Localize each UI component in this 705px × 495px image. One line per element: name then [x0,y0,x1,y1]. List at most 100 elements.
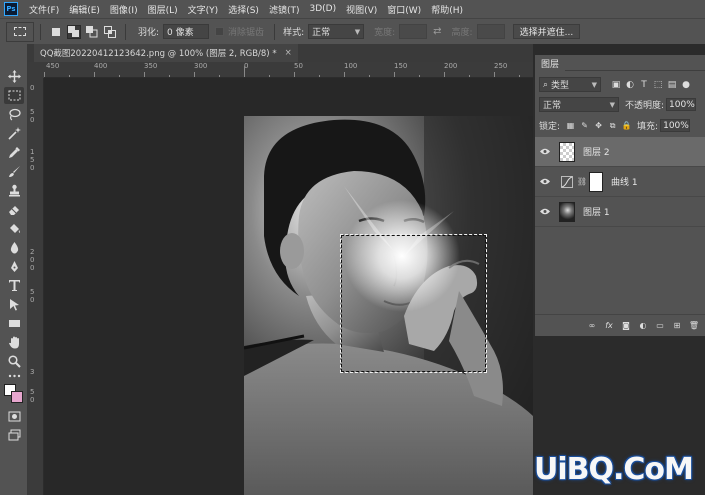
lasso-tool[interactable] [4,106,24,123]
pen-icon [10,261,18,272]
layer-name[interactable]: 曲线 1 [611,175,638,188]
shape-filter-icon[interactable]: ⬚ [653,80,663,90]
rectangle-shape-tool[interactable] [4,315,24,332]
gradient-tool[interactable] [4,220,24,237]
menu-edit[interactable]: 编辑(E) [64,3,105,16]
eyedropper-tool[interactable] [4,144,24,161]
more-tools[interactable] [4,371,24,381]
menu-3d[interactable]: 3D(D) [304,4,341,14]
tools-panel [0,44,28,495]
feather-input[interactable]: 0 像素 [163,24,210,39]
subtract-selection-button[interactable] [85,25,99,39]
layer-row-layer-2[interactable]: 图层 2 [535,137,705,167]
kind-filter-select[interactable]: ⌕ 类型 ▼ [539,77,601,92]
layer-thumbnail [559,201,575,222]
width-label: 宽度: [374,28,396,38]
tool-preset-picker[interactable] [6,21,34,42]
smart-object-filter-icon[interactable]: ▤ [667,80,677,90]
layer-mask-thumbnail[interactable] [589,171,603,192]
drop-icon [10,242,18,254]
zoom-tool[interactable] [4,353,24,370]
menu-window[interactable]: 窗口(W) [382,3,426,16]
select-and-mask-button[interactable]: 选择并遮住... [512,24,581,39]
chevron-down-icon: ▼ [354,27,361,36]
new-group-icon[interactable]: ▭ [655,321,665,331]
close-icon[interactable]: × [285,48,292,58]
add-mask-icon[interactable]: ◙ [621,321,631,331]
menu-file[interactable]: 文件(F) [24,3,64,16]
lock-artboard-icon[interactable]: ⧉ [608,121,617,130]
lock-transparent-icon[interactable]: ▦ [566,121,575,130]
vertical-ruler[interactable]: 0 5 0 1 5 0 2 0 0 5 0 3 5 0 [28,78,44,495]
menu-layer[interactable]: 图层(L) [143,3,183,16]
marquee-selection[interactable] [340,234,487,373]
layer-row-curves-1[interactable]: ⛓ 曲线 1 [535,167,705,197]
magnifier-icon [7,355,21,368]
clone-stamp-tool[interactable] [4,182,24,199]
new-selection-button[interactable] [49,25,63,39]
blend-mode-select[interactable]: 正常 ▼ [539,97,619,112]
layers-list: 图层 2 ⛓ 曲线 1 图层 1 [535,137,705,227]
lock-position-icon[interactable]: ✥ [594,121,603,130]
pixel-filter-icon[interactable]: ▣ [611,80,621,90]
layer-name[interactable]: 图层 1 [583,205,610,218]
lock-icons: ▦ ✎ ✥ ⧉ 🔒 [566,121,632,131]
layers-filter-row: ⌕ 类型 ▼ ▣ ◐ T ⬚ ▤ ● [535,77,705,92]
antialias-checkbox[interactable] [215,27,225,36]
path-selection-tool[interactable] [4,296,24,313]
link-layers-icon[interactable]: ∞ [587,321,597,331]
menu-view[interactable]: 视图(V) [341,3,382,16]
add-to-selection-button[interactable] [67,24,81,39]
canvas-area[interactable] [44,78,533,495]
fill-input[interactable]: 100% [660,119,691,132]
menu-select[interactable]: 选择(S) [223,3,264,16]
quick-selection-tool[interactable] [4,125,24,142]
type-tool[interactable] [4,277,24,294]
ruler-corner[interactable] [28,62,44,78]
lock-image-icon[interactable]: ✎ [580,121,589,130]
intersect-selection-icon [104,25,116,38]
new-adjustment-layer-icon[interactable]: ◐ [638,321,648,331]
brush-tool[interactable] [4,163,24,180]
width-input[interactable] [399,24,428,39]
visibility-eye-icon[interactable] [537,208,553,215]
height-input[interactable] [476,24,505,39]
search-icon: ⌕ [543,79,549,90]
menu-filter[interactable]: 滤镜(T) [264,3,305,16]
style-select[interactable]: 正常 ▼ [308,24,365,39]
document-tab[interactable]: QQ截图20220412123642.png @ 100% (图层 2, RGB… [34,44,298,62]
adjustment-filter-icon[interactable]: ◐ [625,80,635,90]
visibility-eye-icon[interactable] [537,178,553,185]
layer-name[interactable]: 图层 2 [583,145,610,158]
delete-layer-icon[interactable]: 🗑 [689,321,699,331]
ruler-label: 1 [30,148,35,156]
layer-style-fx-icon[interactable]: fx [604,321,614,331]
swap-dimensions-icon[interactable]: ⇄ [433,26,441,37]
screen-mode-button[interactable] [4,427,24,444]
type-filter-icon[interactable]: T [639,80,649,90]
background-color-swatch[interactable] [11,391,23,403]
chain-link-icon[interactable]: ⛓ [577,177,587,186]
horizontal-ruler[interactable]: 0 50 100 150 200 250 300 350 400 450 [44,62,533,78]
menu-help[interactable]: 帮助(H) [426,3,468,16]
rect-marquee-tool[interactable] [4,87,24,104]
curves-adjustment-icon [559,175,575,189]
quick-mask-button[interactable] [4,408,24,425]
lock-all-icon[interactable]: 🔒 [622,121,632,130]
intersect-selection-button[interactable] [103,25,117,39]
dodge-tool[interactable] [4,239,24,256]
eraser-tool[interactable] [4,201,24,218]
move-tool[interactable] [4,68,24,85]
antialias-label: 消除锯齿 [228,28,265,38]
visibility-eye-icon[interactable] [537,148,553,155]
menu-type[interactable]: 文字(Y) [183,3,224,16]
tab-layers[interactable]: 图层 [535,55,566,71]
new-layer-icon[interactable]: ⊞ [672,321,682,331]
layers-panel: ⌕ 类型 ▼ ▣ ◐ T ⬚ ▤ ● 正常 ▼ 不透明度: 100% 锁定: ▦… [535,71,705,336]
filter-toggle-icon[interactable]: ● [681,80,691,90]
opacity-input[interactable]: 100% [666,98,697,111]
menu-image[interactable]: 图像(I) [105,3,143,16]
hand-tool[interactable] [4,334,24,351]
pen-tool[interactable] [4,258,24,275]
layer-row-layer-1[interactable]: 图层 1 [535,197,705,227]
